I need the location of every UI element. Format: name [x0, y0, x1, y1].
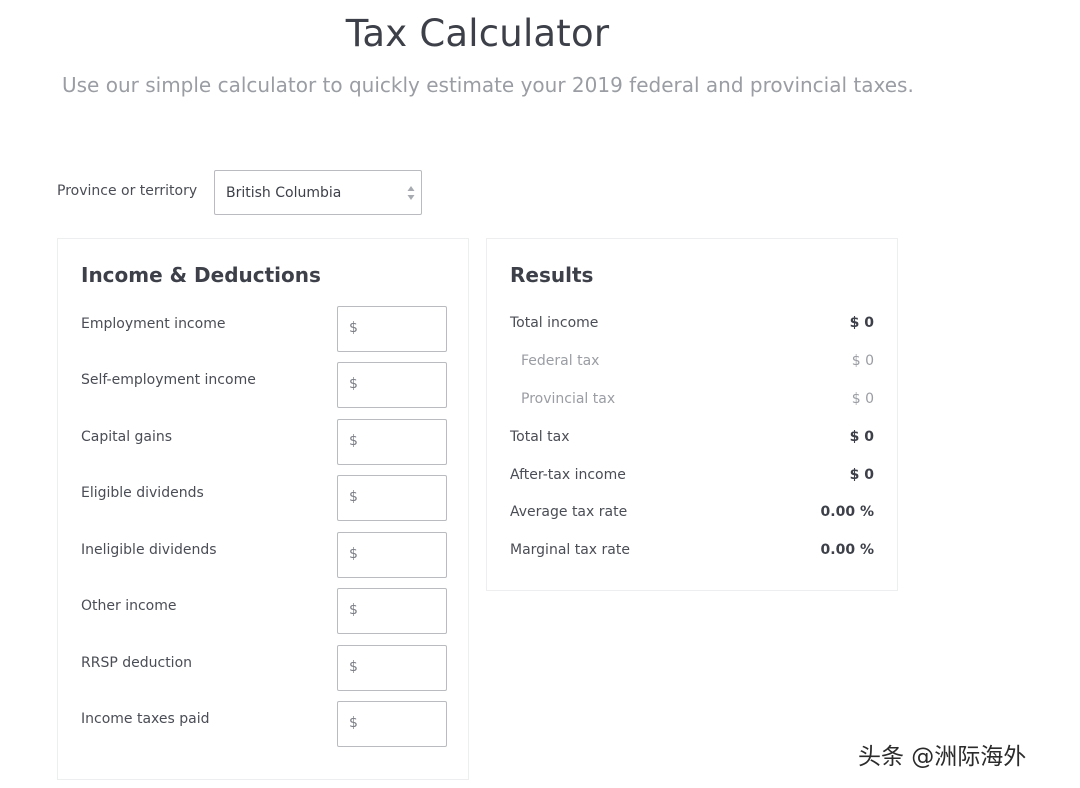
results-card: Results Total income $ 0 Federal tax $ 0… [486, 238, 898, 591]
result-value: $ 0 [851, 391, 874, 407]
rrsp-deduction-field[interactable] [362, 646, 442, 690]
field-label: Ineligible dividends [81, 542, 217, 558]
result-value: $ 0 [849, 429, 874, 445]
province-label: Province or territory [57, 183, 198, 199]
eligible-dividends-input[interactable]: $ [337, 475, 447, 521]
field-label: Capital gains [81, 429, 173, 445]
result-row-total-tax: Total tax $ 0 [487, 429, 897, 449]
result-value: $ 0 [849, 315, 874, 331]
field-label: Self-employment income [81, 372, 256, 388]
result-label: Marginal tax rate [510, 542, 630, 558]
eligible-dividends-field[interactable] [362, 476, 442, 520]
capital-gains-field[interactable] [362, 420, 442, 464]
field-row-other-income: Other income $ [58, 588, 468, 634]
self-employment-income-input[interactable]: $ [337, 362, 447, 408]
currency-prefix: $ [349, 602, 358, 618]
currency-prefix: $ [349, 489, 358, 505]
employment-income-input[interactable]: $ [337, 306, 447, 352]
result-row-total-income: Total income $ 0 [487, 315, 897, 335]
income-taxes-paid-input[interactable]: $ [337, 701, 447, 747]
rrsp-deduction-input[interactable]: $ [337, 645, 447, 691]
field-label: Employment income [81, 316, 226, 332]
field-label: Income taxes paid [81, 711, 210, 727]
field-row-income-taxes-paid: Income taxes paid $ [58, 701, 468, 747]
field-label: Eligible dividends [81, 485, 204, 501]
results-title: Results [510, 263, 594, 287]
result-row-provincial-tax: Provincial tax $ 0 [487, 391, 897, 411]
result-row-after-tax-income: After-tax income $ 0 [487, 467, 897, 487]
select-arrows-icon [407, 186, 415, 200]
income-deductions-card: Income & Deductions Employment income $ … [57, 238, 469, 780]
employment-income-field[interactable] [362, 307, 442, 351]
result-row-federal-tax: Federal tax $ 0 [487, 353, 897, 373]
result-value: $ 0 [851, 353, 874, 369]
field-row-capital-gains: Capital gains $ [58, 419, 468, 465]
result-label: Average tax rate [510, 504, 628, 520]
capital-gains-input[interactable]: $ [337, 419, 447, 465]
field-row-ineligible-dividends: Ineligible dividends $ [58, 532, 468, 578]
field-row-eligible-dividends: Eligible dividends $ [58, 475, 468, 521]
income-deductions-title: Income & Deductions [81, 263, 321, 287]
result-label: After-tax income [510, 467, 626, 483]
result-row-average-tax-rate: Average tax rate 0.00 % [487, 504, 897, 524]
result-value: 0.00 % [820, 504, 874, 520]
other-income-field[interactable] [362, 589, 442, 633]
result-value: $ 0 [849, 467, 874, 483]
field-row-rrsp-deduction: RRSP deduction $ [58, 645, 468, 691]
page-title: Tax Calculator [345, 12, 610, 55]
currency-prefix: $ [349, 546, 358, 562]
currency-prefix: $ [349, 659, 358, 675]
currency-prefix: $ [349, 433, 358, 449]
self-employment-income-field[interactable] [362, 363, 442, 407]
income-taxes-paid-field[interactable] [362, 702, 442, 746]
page-subtitle: Use our simple calculator to quickly est… [62, 73, 914, 97]
field-row-self-employment-income: Self-employment income $ [58, 362, 468, 408]
result-label: Total income [510, 315, 599, 331]
field-label: Other income [81, 598, 177, 614]
result-label: Federal tax [521, 353, 600, 369]
result-row-marginal-tax-rate: Marginal tax rate 0.00 % [487, 542, 897, 562]
watermark: 头条 @洲际海外 [858, 744, 1027, 770]
currency-prefix: $ [349, 376, 358, 392]
currency-prefix: $ [349, 715, 358, 731]
result-label: Total tax [510, 429, 570, 445]
field-label: RRSP deduction [81, 655, 193, 671]
field-row-employment-income: Employment income $ [58, 306, 468, 352]
province-select[interactable]: British Columbia [214, 170, 422, 215]
result-value: 0.00 % [820, 542, 874, 558]
ineligible-dividends-field[interactable] [362, 533, 442, 577]
other-income-input[interactable]: $ [337, 588, 447, 634]
result-label: Provincial tax [521, 391, 616, 407]
ineligible-dividends-input[interactable]: $ [337, 532, 447, 578]
province-select-value: British Columbia [226, 184, 342, 201]
currency-prefix: $ [349, 320, 358, 336]
